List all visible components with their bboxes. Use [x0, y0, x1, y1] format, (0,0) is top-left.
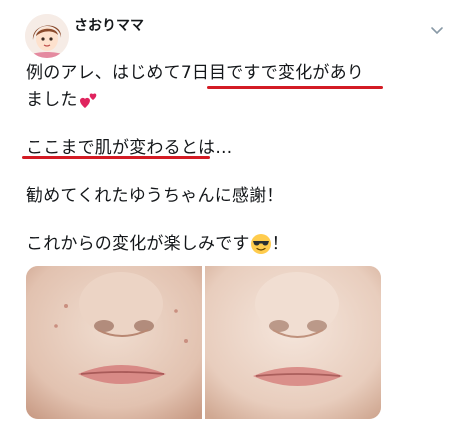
tweet-media[interactable]	[26, 266, 381, 419]
avatar[interactable]	[25, 14, 69, 58]
sunglasses-face-icon	[250, 234, 271, 254]
avatar-illustration	[25, 14, 69, 58]
highlighted-text: 7日目ですで変化	[180, 63, 313, 83]
tweet-line-1: 例のアレ、はじめて7日目ですで変化があり	[26, 61, 364, 85]
tweet-text: これからの変化が楽しみです	[26, 234, 250, 254]
tweet-line-4: 勧めてくれたゆうちゃんに感謝！	[26, 184, 284, 208]
after-photo[interactable]	[205, 266, 381, 419]
highlighted-text: ここまで肌が変わる	[26, 138, 181, 158]
tweet-line-2: ました	[26, 88, 100, 112]
tweet-text: 勧めてくれたゆうちゃんに感謝！	[26, 186, 284, 206]
tweet-text: 例のアレ、はじめて	[26, 63, 181, 83]
tweet-text: があり	[312, 63, 365, 83]
tweet-text: ！	[271, 234, 289, 254]
red-underline	[207, 86, 383, 89]
tweet-text: ました	[26, 90, 78, 110]
two-hearts-icon	[79, 93, 96, 108]
chevron-down-icon[interactable]	[428, 22, 446, 40]
username[interactable]: さおりママ	[74, 15, 144, 35]
tweet-line-5: これからの変化が楽しみです ！	[26, 232, 289, 256]
tweet-text: とは…	[180, 138, 233, 158]
before-photo[interactable]	[26, 266, 202, 419]
red-underline	[22, 156, 210, 159]
